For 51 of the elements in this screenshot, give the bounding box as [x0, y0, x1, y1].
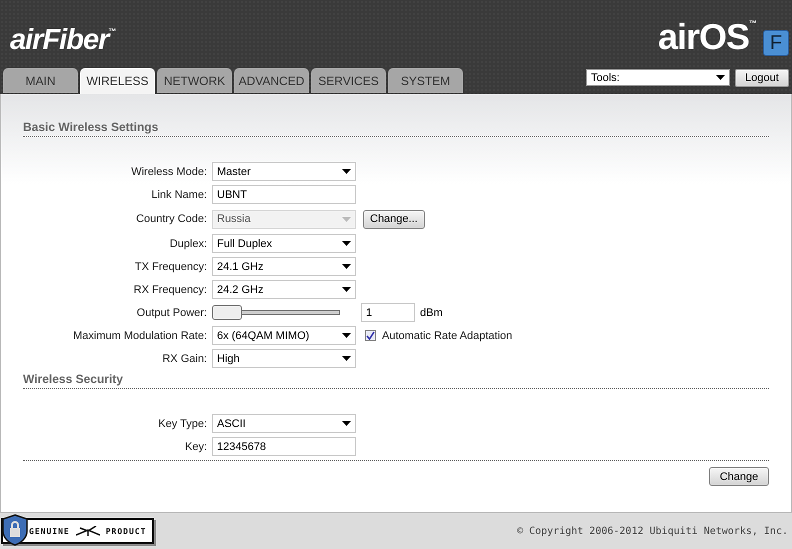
field-label: TX Frequency: [134, 260, 208, 272]
field-label: Wireless Mode: [130, 166, 208, 178]
nav-tab[interactable]: NETWORK [157, 68, 232, 93]
dropdown[interactable]: 24.1 GHz [212, 257, 356, 276]
antenna-icon [76, 526, 100, 536]
caret-icon [716, 75, 725, 80]
field-label: Key: [184, 440, 208, 452]
input-field[interactable]: 1 [361, 303, 415, 322]
input-field[interactable]: UBNT [212, 185, 356, 204]
section-heading: Wireless Security [23, 372, 769, 389]
field-label: RX Frequency: [132, 284, 208, 296]
field-label: Country Code: [135, 213, 208, 225]
caret-icon [342, 216, 351, 222]
power-slider[interactable] [212, 305, 340, 320]
field-label: Link Name: [150, 188, 208, 200]
field-label: Output Power: [136, 306, 208, 318]
copyright-text: © Copyright 2006-2012 Ubiquiti Networks, Inc. [517, 526, 788, 536]
dropdown[interactable]: Full Duplex [212, 234, 356, 253]
caret-icon [342, 356, 351, 361]
dropdown[interactable]: Master [212, 162, 356, 181]
input-field[interactable]: 12345678 [212, 437, 356, 456]
dropdown[interactable]: 24.2 GHz [212, 280, 356, 299]
caret-icon [342, 169, 351, 174]
section-heading: Basic Wireless Settings [23, 120, 769, 137]
tools-dropdown[interactable]: Tools: [586, 69, 730, 86]
slider-thumb[interactable] [212, 305, 242, 320]
caret-icon [342, 333, 351, 338]
caret-icon [342, 241, 351, 246]
checkbox[interactable] [365, 330, 376, 341]
logout-button[interactable]: Logout [735, 69, 789, 87]
airos-logo: airOS™ [658, 16, 756, 58]
field-label: Maximum Modulation Rate: [72, 330, 208, 342]
dropdown[interactable]: 6x (64QAM MIMO) [212, 326, 356, 345]
field-label: RX Gain: [161, 352, 208, 364]
nav-tab[interactable]: SYSTEM [388, 68, 463, 93]
dropdown[interactable]: High [212, 349, 356, 368]
nav-tab[interactable]: MAIN [3, 68, 78, 93]
os-badge: F [763, 30, 789, 56]
field-label: Duplex: [168, 238, 208, 250]
nav-tab[interactable]: WIRELESS [80, 68, 155, 94]
nav-tab[interactable]: ADVANCED [234, 68, 309, 93]
unit-label: dBm [420, 306, 443, 318]
change-button[interactable]: Change [709, 467, 769, 486]
field-label: Key Type: [157, 418, 208, 430]
caret-icon [342, 287, 351, 292]
nav-tab[interactable]: SERVICES [311, 68, 386, 93]
caret-icon [342, 264, 351, 269]
caret-icon [342, 421, 351, 426]
dropdown[interactable]: ASCII [212, 414, 356, 433]
airfiber-logo: airFiber™ [10, 24, 116, 57]
checkbox-label: Automatic Rate Adaptation [382, 330, 512, 342]
